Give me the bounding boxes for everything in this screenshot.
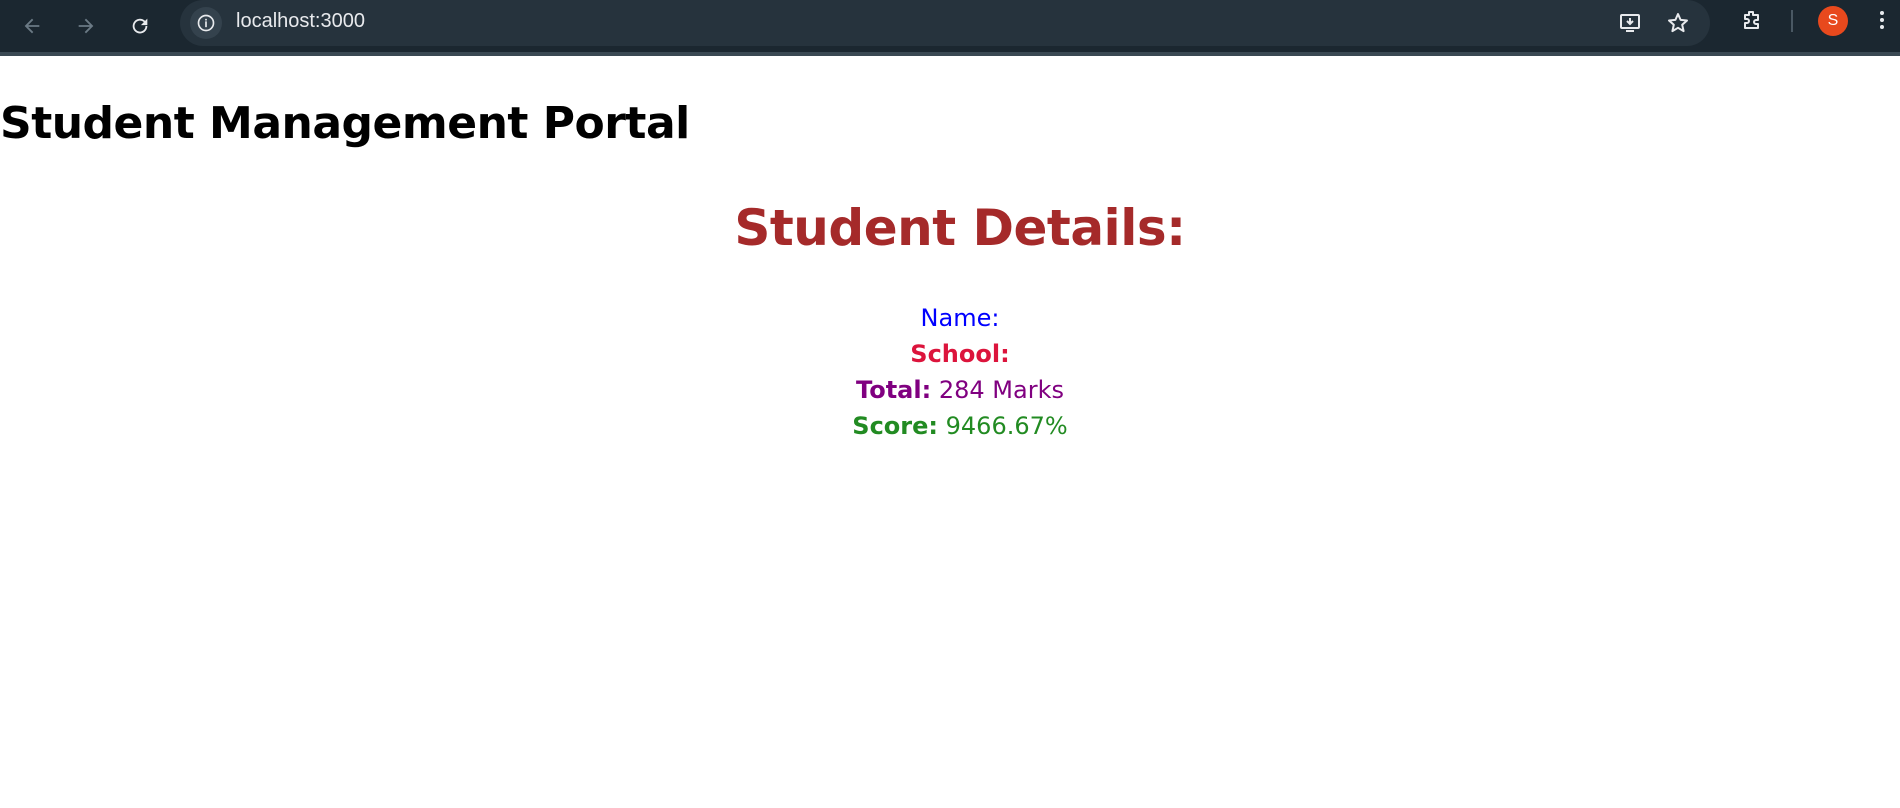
page-title: Student Management Portal (0, 98, 690, 149)
address-bar[interactable]: localhost:3000 (180, 0, 1710, 46)
reload-icon (132, 18, 148, 34)
extensions-icon (1744, 11, 1759, 29)
details-heading: Student Details: (734, 199, 1186, 257)
back-button[interactable] (14, 8, 50, 44)
install-app-icon (1620, 14, 1640, 32)
score-label: Score: (852, 412, 938, 440)
total-label: Total: (856, 376, 932, 404)
forward-arrow-icon (78, 18, 94, 34)
kebab-menu-icon (1880, 11, 1884, 29)
toolbar-divider (1791, 10, 1793, 32)
total-value: 284 Marks (938, 376, 1064, 404)
student-total: Total: 284 Marks (0, 372, 1900, 408)
student-details: Student Details: Name: School: Total: 28… (0, 196, 1900, 444)
student-score: Score: 9466.67% (0, 408, 1900, 444)
name-label: Name: (920, 304, 1000, 332)
reload-button[interactable] (122, 8, 158, 44)
browser-menu-button[interactable] (1866, 4, 1898, 36)
browser-toolbar: localhost:3000 S (0, 0, 1900, 56)
install-app-button[interactable] (1614, 7, 1646, 39)
student-name: Name: (0, 300, 1900, 336)
extensions-button[interactable] (1736, 4, 1768, 36)
info-icon (197, 14, 215, 32)
star-icon (1668, 13, 1688, 33)
back-arrow-icon (24, 18, 40, 34)
student-school: School: (0, 336, 1900, 372)
school-label: School: (910, 340, 1010, 368)
bookmark-button[interactable] (1662, 7, 1694, 39)
url-text[interactable]: localhost:3000 (236, 9, 365, 33)
site-info-button[interactable] (190, 7, 222, 39)
forward-button[interactable] (68, 8, 104, 44)
score-value: 9466.67% (945, 412, 1068, 440)
profile-avatar[interactable]: S (1818, 6, 1848, 36)
